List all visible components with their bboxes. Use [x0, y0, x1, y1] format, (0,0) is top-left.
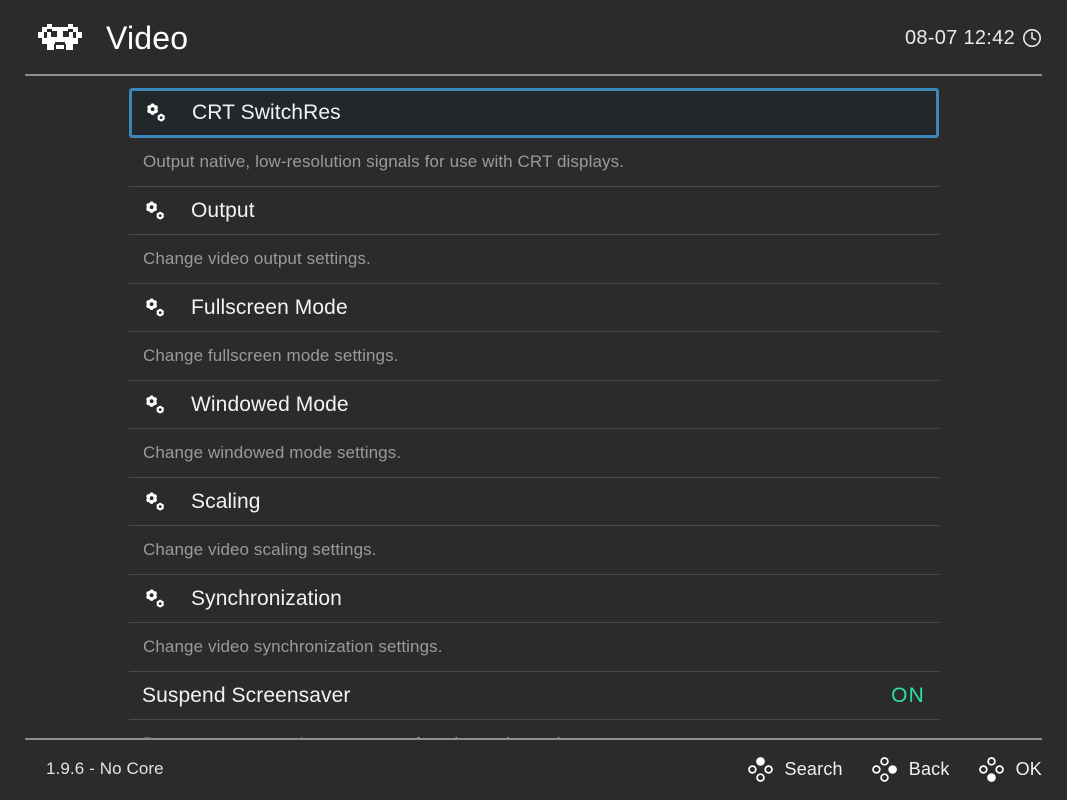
retroarch-invader-icon — [36, 21, 84, 55]
gears-icon — [142, 489, 168, 515]
settings-row-label: Output — [191, 198, 255, 222]
settings-row-value[interactable]: ON — [891, 684, 925, 708]
settings-list: CRT SwitchRes Output native, low-resoluti… — [129, 88, 939, 738]
footer-bar: 1.9.6 - No Core Search Back OK — [0, 738, 1067, 800]
gears-icon — [142, 586, 168, 612]
gears-icon — [142, 392, 168, 418]
settings-row-description-text: Change windowed mode settings. — [143, 443, 402, 462]
footer-action-hints: Search Back OK — [747, 756, 1042, 783]
footer-divider — [25, 738, 1042, 740]
gears-icon — [142, 295, 168, 321]
settings-row-label: Fullscreen Mode — [191, 295, 348, 319]
settings-list-region: CRT SwitchRes Output native, low-resoluti… — [0, 76, 1067, 738]
settings-row-description: Change video synchronization settings. — [129, 623, 939, 672]
settings-row-description: Change fullscreen mode settings. — [129, 332, 939, 381]
settings-row-label: Synchronization — [191, 586, 342, 610]
settings-row-description-text: Change video output settings. — [143, 249, 371, 268]
version-label: 1.9.6 - No Core — [46, 759, 164, 778]
settings-row-label: Windowed Mode — [191, 392, 349, 416]
page-title: Video — [106, 20, 189, 56]
footer-action-label: Search — [784, 758, 843, 779]
settings-row-description-text: Change fullscreen mode settings. — [143, 346, 399, 365]
settings-row-description: Change video output settings. — [129, 235, 939, 284]
settings-row[interactable]: CRT SwitchRes — [129, 88, 939, 138]
footer-action-label: Back — [908, 758, 950, 779]
settings-row[interactable]: Synchronization — [129, 575, 939, 623]
settings-row-description: Output native, low-resolution signals fo… — [129, 138, 939, 187]
settings-row-description: Prevent your system's screensaver from b… — [129, 720, 939, 738]
clock-icon — [1022, 28, 1042, 48]
header-title-group: Video — [36, 21, 188, 55]
settings-row-description: Change windowed mode settings. — [129, 429, 939, 478]
settings-row-description-text: Change video synchronization settings. — [143, 637, 443, 656]
settings-row-description: Change video scaling settings. — [129, 526, 939, 575]
gears-icon — [142, 198, 168, 224]
footer-action-search[interactable]: Search — [747, 756, 843, 783]
settings-row-label: Suspend Screensaver — [142, 683, 351, 707]
header-clock: 08-07 12:42 — [905, 27, 1042, 50]
footer-action-back[interactable]: Back — [871, 756, 950, 783]
clock-text: 08-07 12:42 — [904, 26, 1015, 49]
settings-row-label: CRT SwitchRes — [192, 101, 341, 124]
gamepad-down-button-icon — [978, 756, 1005, 783]
settings-row-description-text: Change video scaling settings. — [143, 540, 377, 559]
retroarch-video-settings-screen: Video 08-07 12:42 CRT SwitchRes Output na… — [0, 0, 1067, 800]
gamepad-up-button-icon — [747, 756, 774, 783]
settings-row-label: Scaling — [191, 489, 261, 513]
gamepad-right-button-icon — [871, 756, 898, 783]
gears-icon — [143, 100, 169, 126]
footer-action-ok[interactable]: OK — [978, 756, 1042, 783]
settings-row[interactable]: Fullscreen Mode — [129, 284, 939, 332]
settings-row-description-text: Output native, low-resolution signals fo… — [143, 152, 625, 171]
settings-row[interactable]: Scaling — [129, 478, 939, 526]
header-bar: Video 08-07 12:42 — [0, 0, 1067, 76]
settings-row[interactable]: Windowed Mode — [129, 381, 939, 429]
settings-row[interactable]: Output — [129, 187, 939, 235]
footer-action-label: OK — [1015, 758, 1042, 779]
settings-row[interactable]: Suspend Screensaver ON — [129, 672, 939, 720]
